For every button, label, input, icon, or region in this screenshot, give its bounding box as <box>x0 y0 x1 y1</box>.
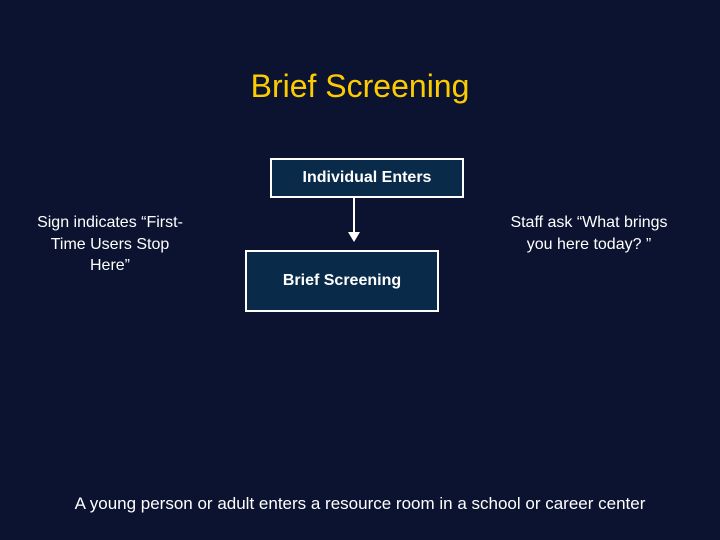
flow-box-individual-enters: Individual Enters <box>270 158 464 198</box>
flow-box-1-label: Individual Enters <box>303 169 432 187</box>
left-annotation: Sign indicates “First-Time Users Stop He… <box>30 212 190 277</box>
slide-title: Brief Screening <box>0 68 720 105</box>
flow-box-2-label: Brief Screening <box>283 272 401 290</box>
right-annotation: Staff ask “What brings you here today? ” <box>504 212 674 255</box>
flow-box-brief-screening: Brief Screening <box>245 250 439 312</box>
arrow-down-icon <box>353 196 355 240</box>
slide-caption: A young person or adult enters a resourc… <box>0 494 720 514</box>
slide: Brief Screening Individual Enters Brief … <box>0 0 720 540</box>
